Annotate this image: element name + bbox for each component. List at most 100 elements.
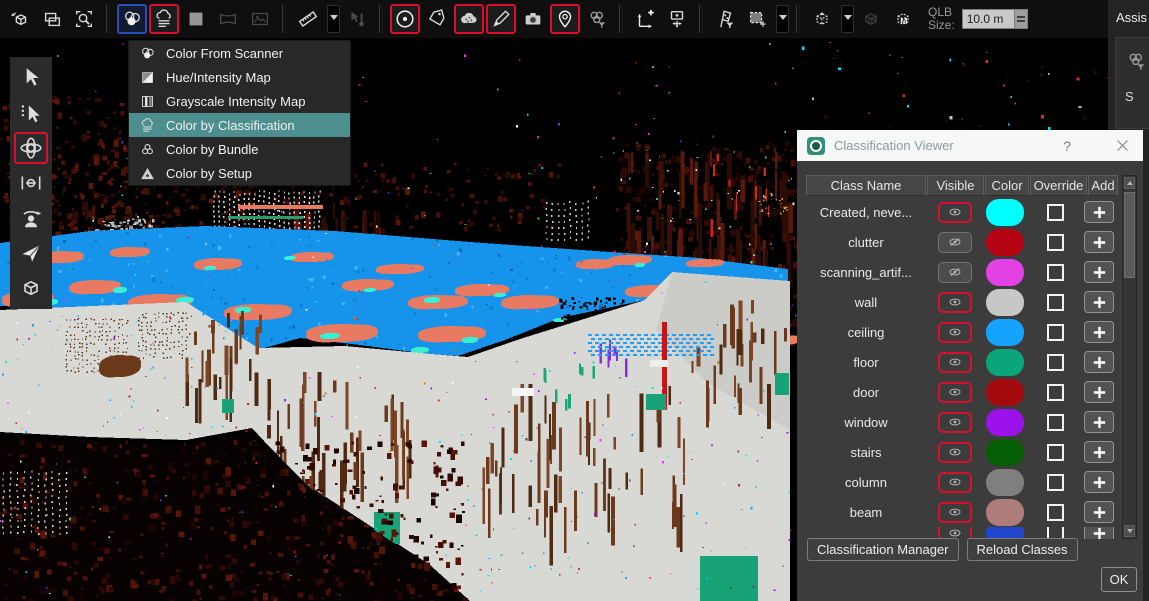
visibility-on-eye-icon[interactable] — [938, 292, 972, 313]
pan-tool[interactable] — [14, 167, 48, 199]
add-to-class-button[interactable] — [1084, 471, 1114, 493]
table-row[interactable]: ceiling — [806, 317, 1116, 347]
override-checkbox[interactable] — [1047, 354, 1064, 371]
menu-item-color-by-classification[interactable]: Color by Classification — [129, 113, 350, 137]
add-to-class-button[interactable] — [1084, 231, 1114, 253]
color-mode-icon[interactable] — [117, 4, 147, 34]
orbit-tool[interactable] — [14, 132, 48, 164]
color-by-classification-icon[interactable] — [149, 4, 179, 34]
column-header-visible[interactable]: Visible — [927, 175, 984, 196]
override-checkbox[interactable] — [1047, 384, 1064, 401]
class-color-swatch[interactable] — [986, 259, 1024, 286]
column-header-class-name[interactable]: Class Name — [806, 175, 926, 196]
add-to-class-button[interactable] — [1084, 441, 1114, 463]
dialog-titlebar[interactable]: Classification Viewer ? — [797, 130, 1143, 161]
visibility-on-eye-icon[interactable] — [938, 352, 972, 373]
override-checkbox[interactable] — [1047, 264, 1064, 281]
tag-icon[interactable] — [422, 4, 452, 34]
classification-manager-button[interactable]: Classification Manager — [807, 538, 959, 561]
table-row[interactable]: scanning_artif... — [806, 257, 1116, 287]
class-color-swatch[interactable] — [986, 289, 1024, 316]
override-checkbox[interactable] — [1047, 504, 1064, 521]
table-row[interactable]: door — [806, 377, 1116, 407]
ok-button[interactable]: OK — [1101, 567, 1137, 592]
column-header-color[interactable]: Color — [985, 175, 1029, 196]
bundle-filter-icon[interactable] — [582, 4, 612, 34]
limit-box-manual-icon[interactable]: M — [888, 4, 918, 34]
menu-item-color-from-scanner[interactable]: Color From Scanner — [129, 41, 350, 65]
panorama-icon[interactable] — [213, 4, 243, 34]
reload-classes-button[interactable]: Reload Classes — [967, 538, 1078, 561]
class-color-swatch[interactable] — [986, 409, 1024, 436]
column-header-add[interactable]: Add — [1088, 175, 1118, 196]
limit-box-icon[interactable] — [807, 4, 837, 34]
measure-icon[interactable] — [293, 4, 323, 34]
qlb-size-spinner[interactable] — [1014, 9, 1028, 29]
menu-item-hue-intensity-map[interactable]: Hue/Intensity Map — [129, 65, 350, 89]
add-to-class-button[interactable] — [1084, 201, 1114, 223]
class-color-swatch[interactable] — [986, 469, 1024, 496]
add-to-class-button[interactable] — [1084, 501, 1114, 523]
export-scan-icon[interactable] — [5, 4, 35, 34]
table-row[interactable]: floor — [806, 347, 1116, 377]
class-color-swatch[interactable] — [986, 379, 1024, 406]
visibility-on-eye-icon[interactable] — [938, 472, 972, 493]
table-row[interactable]: wall — [806, 287, 1116, 317]
limit-box-visibility-icon[interactable] — [856, 4, 886, 34]
visibility-on-eye-icon[interactable] — [938, 382, 972, 403]
menu-item-color-by-setup[interactable]: Color by Setup — [129, 161, 350, 185]
scroll-thumb[interactable] — [1124, 192, 1135, 278]
class-color-swatch[interactable] — [986, 319, 1024, 346]
column-header-override[interactable]: Override — [1030, 175, 1087, 196]
help-button[interactable]: ? — [1063, 138, 1071, 154]
box-view-tool[interactable] — [14, 272, 48, 304]
close-icon[interactable] — [1114, 137, 1131, 154]
add-to-class-button[interactable] — [1084, 411, 1114, 433]
add-to-class-button[interactable] — [1084, 321, 1114, 343]
class-color-swatch[interactable] — [986, 439, 1024, 466]
zoom-selection-icon[interactable] — [69, 4, 99, 34]
snapshot-camera-icon[interactable] — [518, 4, 548, 34]
limit-circle-icon[interactable] — [390, 4, 420, 34]
override-checkbox[interactable] — [1047, 474, 1064, 491]
add-to-class-button[interactable] — [1084, 381, 1114, 403]
add-coordinate-system-icon[interactable] — [630, 4, 660, 34]
rect-selection-dropdown-icon[interactable] — [776, 5, 789, 33]
table-row[interactable]: beam — [806, 497, 1116, 527]
override-checkbox[interactable] — [1047, 294, 1064, 311]
table-row[interactable]: column — [806, 467, 1116, 497]
override-checkbox[interactable] — [1047, 444, 1064, 461]
visibility-on-eye-icon[interactable] — [938, 412, 972, 433]
image-icon[interactable] — [245, 4, 275, 34]
visibility-on-eye-icon[interactable] — [938, 322, 972, 343]
table-row[interactable]: clutter — [806, 227, 1116, 257]
menu-item-color-by-bundle[interactable]: Color by Bundle — [129, 137, 350, 161]
scroll-down-button[interactable] — [1124, 525, 1135, 537]
select-tool[interactable] — [14, 62, 48, 94]
scroll-up-button[interactable] — [1124, 177, 1135, 189]
override-checkbox[interactable] — [1047, 324, 1064, 341]
class-color-swatch[interactable] — [986, 229, 1024, 256]
override-checkbox[interactable] — [1047, 234, 1064, 251]
class-color-swatch[interactable] — [986, 349, 1024, 376]
add-to-class-button[interactable] — [1084, 527, 1114, 539]
visibility-on-eye-icon[interactable] — [938, 502, 972, 523]
add-to-class-button[interactable] — [1084, 261, 1114, 283]
add-to-class-button[interactable] — [1084, 351, 1114, 373]
class-color-swatch[interactable] — [986, 199, 1024, 226]
station-view-icon[interactable] — [662, 4, 692, 34]
limit-box-dropdown-icon[interactable] — [841, 5, 854, 33]
override-checkbox[interactable] — [1047, 414, 1064, 431]
add-to-class-button[interactable] — [1084, 291, 1114, 313]
classify-painter-icon[interactable] — [710, 4, 740, 34]
class-color-swatch[interactable] — [986, 499, 1024, 526]
fly-tool[interactable] — [14, 237, 48, 269]
table-row[interactable]: Created, neve... — [806, 197, 1116, 227]
look-around-tool[interactable] — [14, 202, 48, 234]
override-checkbox[interactable] — [1047, 204, 1064, 221]
visibility-on-eye-icon[interactable] — [938, 202, 972, 223]
table-scrollbar[interactable] — [1122, 175, 1137, 539]
measure-dropdown-icon[interactable] — [327, 5, 340, 33]
rect-selection-icon[interactable] — [742, 4, 772, 34]
visibility-on-eye-icon[interactable] — [938, 442, 972, 463]
